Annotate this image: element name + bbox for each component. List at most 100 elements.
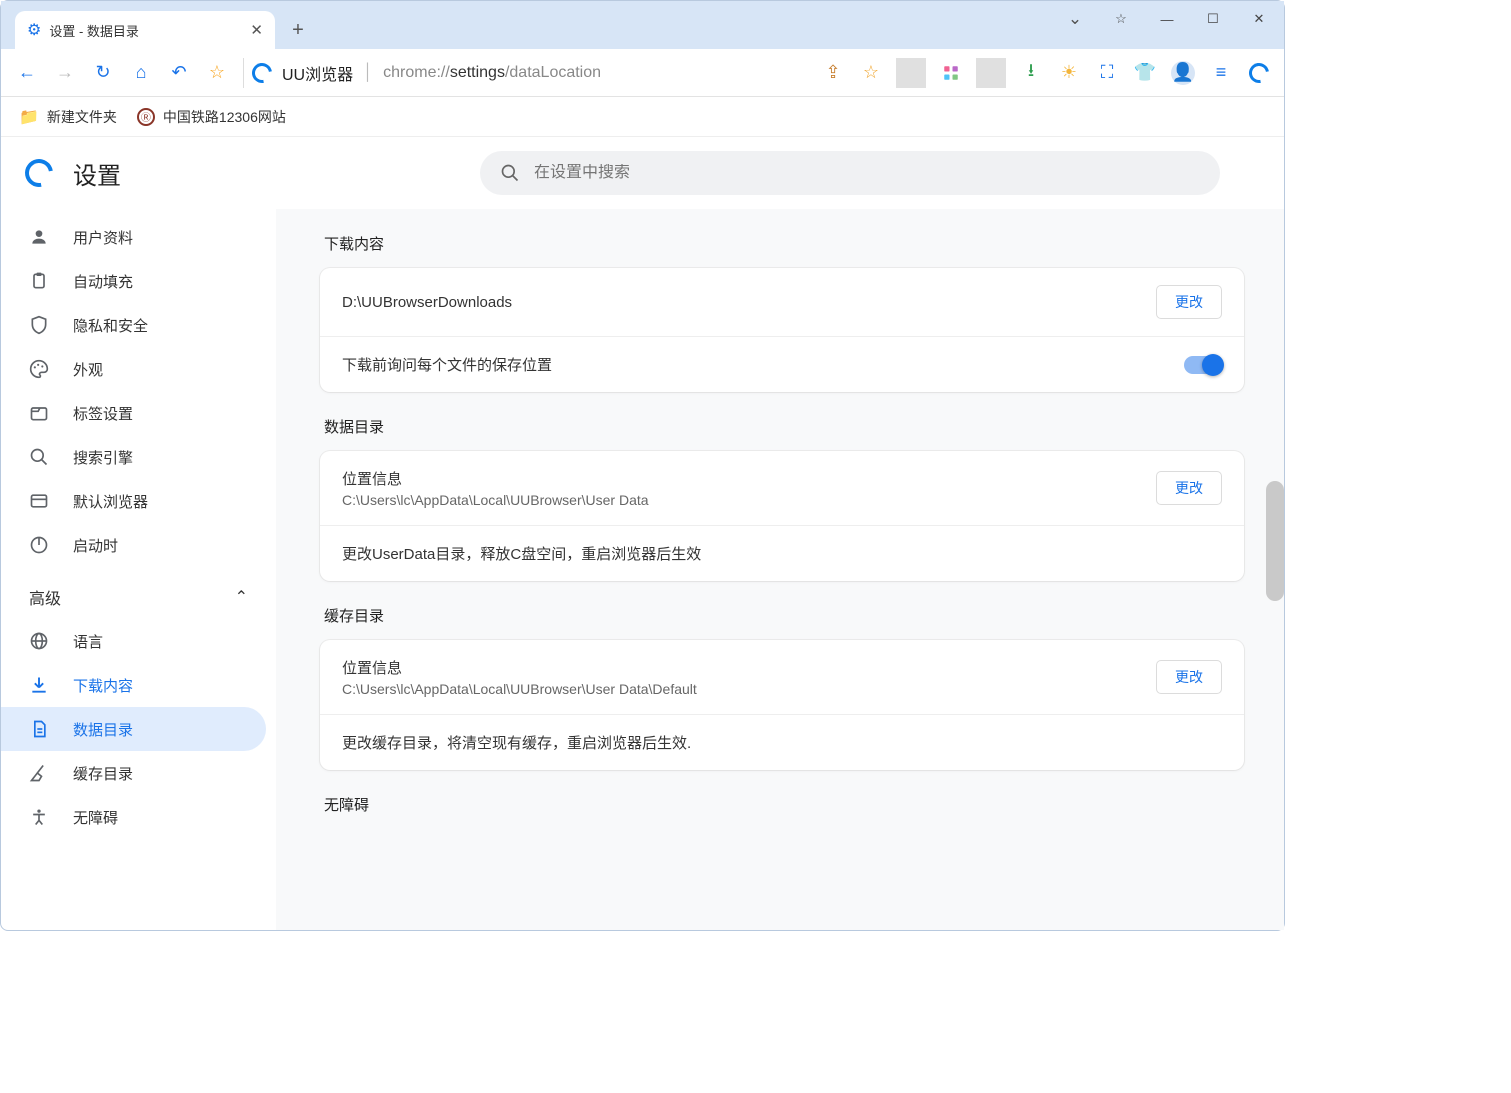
downloads-card: D:\UUBrowserDownloads 更改 下载前询问每个文件的保存位置 xyxy=(320,268,1244,392)
separator xyxy=(896,58,926,88)
address-bar[interactable]: UU浏览器 │ chrome://settings/dataLocation xyxy=(243,58,812,88)
settings-content: 下载内容 D:\UUBrowserDownloads 更改 下载前询问每个文件的… xyxy=(276,209,1284,930)
favorite-button[interactable]: ☆ xyxy=(201,57,233,89)
minimize-button[interactable]: — xyxy=(1145,4,1189,34)
apps-grid-icon[interactable] xyxy=(936,58,966,88)
page-scrollbar[interactable] xyxy=(1266,481,1284,601)
cachedir-card: 位置信息 C:\Users\lc\AppData\Local\UUBrowser… xyxy=(320,640,1244,770)
cachedir-note: 更改缓存目录，将清空现有缓存，重启浏览器后生效. xyxy=(342,732,691,753)
sidebar-item-privacy[interactable]: 隐私和安全 xyxy=(1,303,266,347)
folder-icon: 📁 xyxy=(19,107,39,127)
reload-button[interactable]: ↻ xyxy=(87,57,119,89)
sidebar-item-language[interactable]: 语言 xyxy=(1,619,266,663)
cachedir-path: C:\Users\lc\AppData\Local\UUBrowser\User… xyxy=(342,681,697,697)
download-icon xyxy=(29,675,49,695)
section-title-datadir: 数据目录 xyxy=(324,416,1244,437)
undo-button[interactable]: ↶ xyxy=(163,57,195,89)
power-icon xyxy=(29,535,49,555)
location-label: 位置信息 xyxy=(342,468,649,489)
browser-tab[interactable]: ⚙ 设置 - 数据目录 ✕ xyxy=(15,11,275,49)
app-logo-icon xyxy=(20,154,59,193)
settings-search[interactable] xyxy=(480,151,1220,195)
forward-button[interactable]: → xyxy=(49,57,81,89)
shirt-icon[interactable]: 👕 xyxy=(1130,58,1160,88)
ask-label: 下载前询问每个文件的保存位置 xyxy=(342,354,552,375)
sidebar-item-tabs[interactable]: 标签设置 xyxy=(1,391,266,435)
chevron-up-icon: ⌃ xyxy=(235,587,248,607)
close-window-button[interactable]: ✕ xyxy=(1237,4,1281,34)
browser-logo-icon xyxy=(248,59,276,87)
menu-icon[interactable]: ≡ xyxy=(1206,58,1236,88)
new-tab-button[interactable]: + xyxy=(283,15,313,45)
gear-icon: ⚙ xyxy=(27,20,41,40)
section-title-accessibility: 无障碍 xyxy=(324,794,1244,815)
sidebar-item-data-dir[interactable]: 数据目录 xyxy=(1,707,266,751)
sidebar-advanced-toggle[interactable]: 高级⌃ xyxy=(1,567,276,619)
tab-icon xyxy=(29,403,49,423)
sidebar-item-autofill[interactable]: 自动填充 xyxy=(1,259,266,303)
sidebar-item-profile[interactable]: 用户资料 xyxy=(1,215,266,259)
change-datadir-button[interactable]: 更改 xyxy=(1156,471,1222,505)
star-icon[interactable]: ☆ xyxy=(856,58,886,88)
file-icon xyxy=(29,719,49,739)
section-title-downloads: 下载内容 xyxy=(324,233,1244,254)
ask-before-download-row: 下载前询问每个文件的保存位置 xyxy=(320,336,1244,392)
sidebar-item-cache-dir[interactable]: 缓存目录 xyxy=(1,751,266,795)
user-icon xyxy=(29,227,49,247)
sidebar-item-appearance[interactable]: 外观 xyxy=(1,347,266,391)
sun-icon[interactable]: ☀ xyxy=(1054,58,1084,88)
download-icon[interactable]: ⭳ xyxy=(1016,58,1046,88)
bookmark-folder[interactable]: 📁 新建文件夹 xyxy=(19,107,117,127)
datadir-note: 更改UserData目录，释放C盘空间，重启浏览器后生效 xyxy=(342,543,701,564)
page-title: 设置 xyxy=(73,156,121,191)
back-button[interactable]: ← xyxy=(11,57,43,89)
sidebar-item-startup[interactable]: 启动时 xyxy=(1,523,266,567)
sidebar-item-default-browser[interactable]: 默认浏览器 xyxy=(1,479,266,523)
sidebar-item-downloads[interactable]: 下载内容 xyxy=(1,663,266,707)
globe-icon xyxy=(29,631,49,651)
browser-toolbar: ← → ↻ ⌂ ↶ ☆ UU浏览器 │ chrome://settings/da… xyxy=(1,49,1284,97)
accessibility-icon xyxy=(29,807,49,827)
datadir-note-row: 更改UserData目录，释放C盘空间，重启浏览器后生效 xyxy=(320,525,1244,581)
search-input[interactable] xyxy=(534,164,1200,182)
search-icon xyxy=(500,163,520,183)
change-cachedir-button[interactable]: 更改 xyxy=(1156,660,1222,694)
chevron-down-icon[interactable]: ⌄ xyxy=(1053,4,1097,34)
bookmark-link[interactable]: Ⓡ 中国铁路12306网站 xyxy=(137,107,286,127)
location-label: 位置信息 xyxy=(342,657,697,678)
clipboard-icon xyxy=(29,271,49,291)
settings-sidebar: 用户资料 自动填充 隐私和安全 外观 标签设置 搜索引擎 默认浏览器 启动时 高… xyxy=(1,209,276,930)
tab-title: 设置 - 数据目录 xyxy=(49,21,139,40)
browser-logo-icon[interactable] xyxy=(1244,58,1274,88)
fullscreen-icon[interactable]: ⛶ xyxy=(1092,58,1122,88)
share-icon[interactable]: ⇪ xyxy=(818,58,848,88)
close-tab-icon[interactable]: ✕ xyxy=(250,21,263,39)
separator: │ xyxy=(363,64,373,82)
home-button[interactable]: ⌂ xyxy=(125,57,157,89)
search-icon xyxy=(29,447,49,467)
separator xyxy=(976,58,1006,88)
bookmark-label: 新建文件夹 xyxy=(47,107,117,127)
section-title-cachedir: 缓存目录 xyxy=(324,605,1244,626)
cachedir-location-row: 位置信息 C:\Users\lc\AppData\Local\UUBrowser… xyxy=(320,640,1244,714)
rail-icon: Ⓡ xyxy=(137,108,155,126)
bookmark-label: 中国铁路12306网站 xyxy=(163,107,286,127)
window-icon xyxy=(29,491,49,511)
datadir-path: C:\Users\lc\AppData\Local\UUBrowser\User… xyxy=(342,492,649,508)
settings-header: 设置 xyxy=(1,137,1284,209)
download-path-row: D:\UUBrowserDownloads 更改 xyxy=(320,268,1244,336)
sidebar-item-accessibility[interactable]: 无障碍 xyxy=(1,795,266,839)
change-download-path-button[interactable]: 更改 xyxy=(1156,285,1222,319)
datadir-card: 位置信息 C:\Users\lc\AppData\Local\UUBrowser… xyxy=(320,451,1244,581)
sidebar-item-search-engine[interactable]: 搜索引擎 xyxy=(1,435,266,479)
ask-before-download-toggle[interactable] xyxy=(1184,356,1222,374)
browser-brand: UU浏览器 xyxy=(282,61,353,85)
bookmarks-bar: 📁 新建文件夹 Ⓡ 中国铁路12306网站 xyxy=(1,97,1284,137)
star-outline-icon[interactable]: ☆ xyxy=(1099,4,1143,34)
download-path: D:\UUBrowserDownloads xyxy=(342,294,512,311)
maximize-button[interactable]: ☐ xyxy=(1191,4,1235,34)
profile-avatar-icon[interactable]: 👤 xyxy=(1168,58,1198,88)
datadir-location-row: 位置信息 C:\Users\lc\AppData\Local\UUBrowser… xyxy=(320,451,1244,525)
palette-icon xyxy=(29,359,49,379)
cachedir-note-row: 更改缓存目录，将清空现有缓存，重启浏览器后生效. xyxy=(320,714,1244,770)
